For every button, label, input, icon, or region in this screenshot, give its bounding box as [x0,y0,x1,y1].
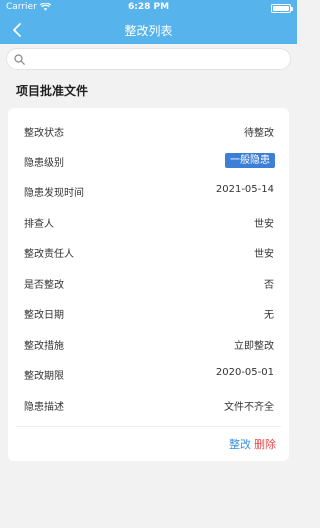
detail-row-status: 整改状态 待整改 [24,122,274,140]
detail-label: 整改期限 [24,371,64,382]
card-divider [16,426,281,427]
detail-label: 整改状态 [24,128,64,139]
detail-row-measures: 整改措施 立即整改 [24,335,274,353]
detail-row-level: 隐患级别 一般隐患 [24,152,275,170]
detail-row-responsible: 整改责任人 世安 [24,243,274,261]
detail-label: 隐患描述 [24,402,64,413]
delete-button[interactable]: 删除 [254,436,276,452]
detail-row-found-time: 隐患发现时间 2021-05-14 [24,182,274,200]
section-title: 项目批准文件 [16,84,89,98]
page-title: 整改列表 [124,24,173,38]
hazard-level-badge: 一般隐患 [225,153,275,168]
detail-label: 是否整改 [24,280,64,291]
search-icon [14,54,25,65]
detail-value: 立即整改 [234,341,274,352]
battery-icon [271,4,293,13]
detail-label: 隐患级别 [24,158,64,169]
detail-label: 整改措施 [24,341,64,352]
detail-row-deadline: 整改期限 2020-05-01 [24,365,274,383]
status-bar: Carrier 6:28 PM [0,0,297,16]
detail-card: 整改状态 待整改 隐患级别 一般隐患 隐患发现时间 2021-05-14 排查人… [8,108,289,461]
status-time: 6:28 PM [127,2,170,12]
detail-value: 文件不齐全 [224,402,274,413]
detail-value: 世安 [254,249,274,260]
nav-bar: 整改列表 [0,16,297,44]
detail-label: 整改责任人 [24,249,74,260]
app-header: Carrier 6:28 PM 整改列表 [0,0,297,44]
detail-value: 2020-05-01 [215,367,274,378]
search-input[interactable] [29,51,279,67]
detail-value: 2021-05-14 [215,184,274,195]
detail-row-rectified: 是否整改 否 [24,274,274,292]
rectify-button[interactable]: 整改 [229,436,251,452]
detail-row-description: 隐患描述 文件不齐全 [24,396,274,414]
detail-row-inspector: 排查人 世安 [24,213,274,231]
detail-row-rectify-date: 整改日期 无 [24,304,274,322]
detail-value: 无 [264,310,274,321]
detail-label: 排查人 [24,219,54,230]
detail-value: 否 [264,280,274,291]
detail-value: 待整改 [244,128,274,139]
search-bar[interactable] [6,48,291,70]
detail-value: 世安 [254,219,274,230]
detail-label: 隐患发现时间 [24,188,84,199]
detail-label: 整改日期 [24,310,64,321]
battery-level [273,6,289,11]
